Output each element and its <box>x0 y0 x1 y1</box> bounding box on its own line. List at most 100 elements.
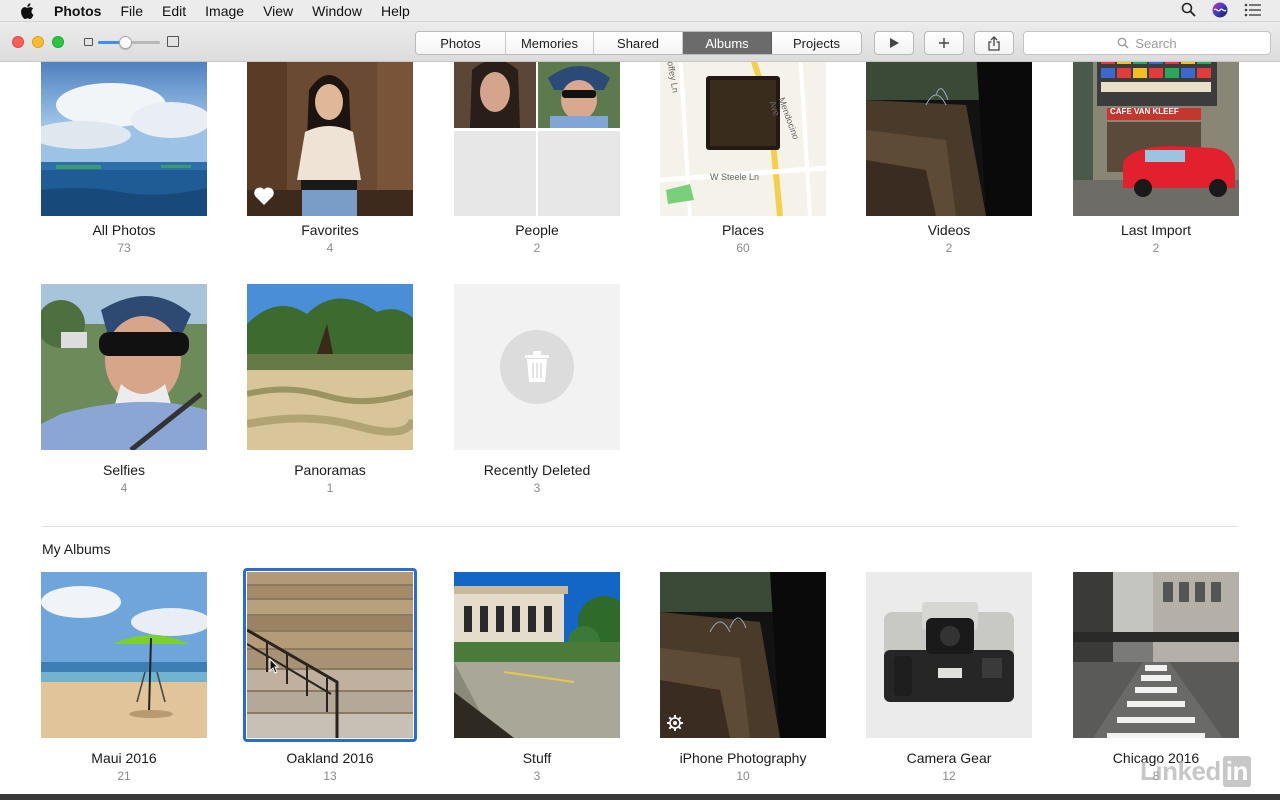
album-panoramas[interactable]: Panoramas 1 <box>247 284 413 495</box>
storefront-sign: CAFE VAN KLEEF <box>1110 107 1179 116</box>
zoom-slider-knob[interactable] <box>119 36 133 49</box>
search-icon <box>1118 37 1129 49</box>
album-maui-2016[interactable]: Maui 2016 21 <box>41 572 207 783</box>
mouse-cursor-icon <box>269 658 279 674</box>
share-button[interactable] <box>974 31 1014 55</box>
tab-shared[interactable]: Shared <box>594 32 683 54</box>
album-thumbnail <box>41 572 207 738</box>
album-title: Camera Gear <box>906 750 992 766</box>
map-street-label: W Steele Ln <box>710 172 760 182</box>
album-selfies[interactable]: Selfies 4 <box>41 284 207 495</box>
albums-content: All Photos 73 Favorites 4 People 2 W Ste… <box>0 62 1280 794</box>
album-title: Recently Deleted <box>483 462 591 478</box>
add-button[interactable] <box>924 31 964 55</box>
menu-file[interactable]: File <box>120 3 143 19</box>
minimize-window-button[interactable] <box>32 36 44 48</box>
album-thumbnail <box>660 572 826 738</box>
album-thumbnail <box>454 62 620 216</box>
album-count: 60 <box>736 241 750 255</box>
heart-icon <box>254 187 274 205</box>
close-window-button[interactable] <box>12 36 24 48</box>
album-thumbnail <box>454 572 620 738</box>
apple-menu-icon[interactable] <box>20 2 36 19</box>
menu-edit[interactable]: Edit <box>162 3 186 19</box>
album-oakland-2016[interactable]: Oakland 2016 13 <box>243 568 417 783</box>
album-camera-gear[interactable]: Camera Gear 12 <box>866 572 1032 783</box>
album-count: 3 <box>533 481 541 495</box>
dock-edge <box>0 794 1280 800</box>
menu-view[interactable]: View <box>263 3 293 19</box>
album-places[interactable]: W Steele Ln Mendocino Ave Coffey Ln Plac… <box>660 62 826 255</box>
smart-album-gear-icon <box>667 715 683 731</box>
album-count: 2 <box>1152 241 1160 255</box>
search-placeholder: Search <box>1135 35 1177 51</box>
spotlight-search-icon[interactable] <box>1181 2 1196 20</box>
menu-help[interactable]: Help <box>381 3 410 19</box>
trash-icon <box>500 330 574 404</box>
album-title: iPhone Photography <box>679 750 807 766</box>
album-count: 3 <box>533 769 541 783</box>
play-icon <box>890 38 899 48</box>
album-videos[interactable]: Videos 2 <box>866 62 1032 255</box>
search-field[interactable]: Search <box>1023 31 1271 55</box>
large-thumbnail-icon <box>167 36 179 47</box>
album-thumbnail <box>41 62 207 216</box>
album-thumbnail <box>1073 572 1239 738</box>
tab-photos[interactable]: Photos <box>416 32 506 54</box>
menu-bar: Photos File Edit Image View Window Help <box>0 0 1280 22</box>
album-chicago-2016[interactable]: Chicago 2016 8 <box>1073 572 1239 783</box>
plus-icon <box>939 38 949 48</box>
small-thumbnail-icon <box>84 38 93 46</box>
notification-center-icon[interactable] <box>1244 3 1262 20</box>
my-albums-heading: My Albums <box>42 541 111 557</box>
album-favorites[interactable]: Favorites 4 <box>247 62 413 255</box>
album-title: Videos <box>927 222 971 238</box>
album-count: 21 <box>117 769 131 783</box>
linkedin-watermark: Linked in <box>1140 756 1251 787</box>
album-count: 4 <box>326 241 334 255</box>
album-title: Panoramas <box>294 462 366 478</box>
album-title: Oakland 2016 <box>286 750 374 766</box>
album-title: Stuff <box>522 750 552 766</box>
album-count: 73 <box>117 241 131 255</box>
album-thumbnail <box>41 284 207 450</box>
menu-app-name[interactable]: Photos <box>54 3 101 19</box>
album-last-import[interactable]: CAFE VAN KLEEF Last Import 2 <box>1073 62 1239 255</box>
tab-memories[interactable]: Memories <box>506 32 594 54</box>
album-thumbnail <box>866 62 1032 216</box>
section-divider <box>42 526 1238 527</box>
album-title: Selfies <box>102 462 146 478</box>
album-thumbnail <box>454 284 620 450</box>
album-count: 1 <box>326 481 334 495</box>
album-title: Maui 2016 <box>91 750 157 766</box>
album-iphone-photography[interactable]: iPhone Photography 10 <box>660 572 826 783</box>
menu-window[interactable]: Window <box>312 3 362 19</box>
album-count: 4 <box>120 481 128 495</box>
album-title: All Photos <box>92 222 156 238</box>
album-stuff[interactable]: Stuff 3 <box>454 572 620 783</box>
album-all-photos[interactable]: All Photos 73 <box>41 62 207 255</box>
album-thumbnail <box>247 284 413 450</box>
tab-albums[interactable]: Albums <box>683 32 772 54</box>
album-thumbnail: W Steele Ln Mendocino Ave Coffey Ln <box>660 62 826 216</box>
album-thumbnail: CAFE VAN KLEEF <box>1073 62 1239 216</box>
album-count: 10 <box>736 769 750 783</box>
menu-image[interactable]: Image <box>205 3 244 19</box>
tab-projects[interactable]: Projects <box>772 32 861 54</box>
album-thumbnail <box>247 62 413 216</box>
slideshow-button[interactable] <box>874 31 914 55</box>
album-people[interactable]: People 2 <box>454 62 620 255</box>
album-thumbnail <box>247 572 413 738</box>
album-title: Places <box>721 222 765 238</box>
album-count: 13 <box>323 769 337 783</box>
album-count: 2 <box>533 241 541 255</box>
view-tabs: Photos Memories Shared Albums Projects <box>415 31 862 55</box>
share-icon <box>988 35 1000 51</box>
album-count: 12 <box>942 769 956 783</box>
window-toolbar: Photos Memories Shared Albums Projects S… <box>0 22 1280 62</box>
album-recently-deleted[interactable]: Recently Deleted 3 <box>454 284 620 495</box>
thumbnail-zoom-slider[interactable] <box>84 34 180 50</box>
fullscreen-window-button[interactable] <box>52 36 64 48</box>
album-title: Favorites <box>301 222 359 238</box>
siri-icon[interactable] <box>1212 2 1228 21</box>
